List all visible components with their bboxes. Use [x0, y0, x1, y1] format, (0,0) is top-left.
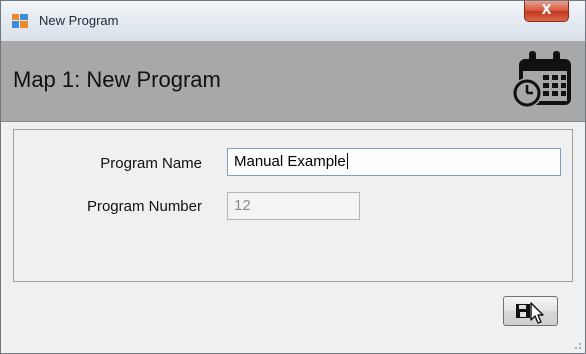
program-number-label: Program Number [86, 198, 202, 215]
text-caret [346, 153, 348, 169]
program-number-value: 12 [234, 197, 251, 214]
window-title: New Program [39, 13, 119, 28]
save-button[interactable] [503, 296, 558, 326]
program-number-input: 12 [227, 192, 360, 220]
program-name-input[interactable]: Manual Example [227, 148, 561, 176]
close-button[interactable]: X [524, 1, 569, 22]
save-cursor-icon [516, 302, 544, 324]
program-name-label: Program Name [100, 155, 202, 172]
program-name-value: Manual Example [234, 153, 346, 170]
new-program-window: New Program X Map 1: New Program Program… [0, 0, 586, 354]
app-icon [12, 14, 28, 28]
program-form-group: Program Name Manual Example Program Numb… [13, 129, 573, 282]
resize-grip-icon[interactable] [572, 340, 582, 350]
title-bar: New Program X [1, 1, 585, 41]
page-title: Map 1: New Program [13, 67, 221, 92]
calendar-clock-icon [512, 51, 571, 108]
page-header: Map 1: New Program [1, 41, 585, 122]
